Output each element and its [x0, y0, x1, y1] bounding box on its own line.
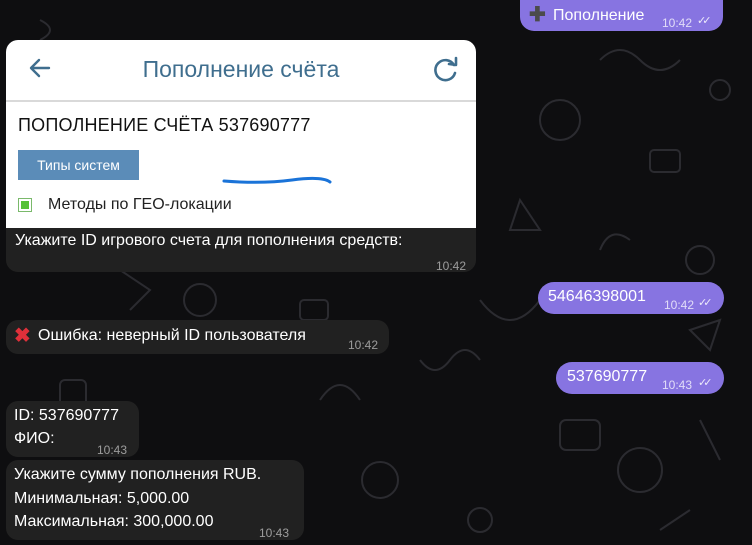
red-cross-icon: ✖ — [14, 325, 31, 347]
geo-checkbox-icon[interactable] — [18, 198, 32, 212]
incoming-message-enter-id[interactable]: Укажите ID игрового счета для пополнения… — [6, 228, 476, 273]
message-time: 10:43 — [259, 526, 290, 540]
message-time: 10:43 — [97, 443, 128, 457]
card-heading-prefix: ПОПОЛНЕНИЕ СЧЁТА — [18, 115, 214, 135]
geo-methods-label: Методы по ГЕО-локации — [48, 196, 232, 213]
incoming-message-user-info[interactable]: ID: 537690777 ФИО: 10:43 — [6, 401, 139, 457]
message-text: 537690777 — [567, 368, 648, 385]
amount-max-line: Максимальная: 300,000.00 — [14, 513, 214, 530]
amount-min-line: Минимальная: 5,000.00 — [14, 490, 190, 507]
message-text: Пополнение — [553, 7, 645, 24]
message-text: 54646398001 — [548, 288, 646, 305]
message-time: 10:42 — [348, 338, 379, 352]
handwritten-underline — [222, 176, 332, 184]
message-text: Ошибка: неверный ID пользователя — [38, 327, 306, 344]
outgoing-message-id-2[interactable]: 537690777 10:43 ✓✓ — [556, 362, 724, 394]
read-checkmarks-icon: ✓✓ — [698, 297, 713, 309]
plus-icon: ✚ — [529, 4, 546, 26]
topup-image-card[interactable]: Пополнение счёта ПОПОЛНЕНИЕ СЧЁТА 537690… — [6, 40, 476, 228]
read-checkmarks-icon: ✓✓ — [698, 377, 713, 389]
info-name-line: ФИО: — [14, 430, 55, 447]
message-time: 10:43 — [662, 378, 693, 392]
incoming-message-amount[interactable]: Укажите сумму пополнения RUB. Минимальна… — [6, 460, 304, 540]
amount-prompt-line: Укажите сумму пополнения RUB. — [14, 466, 262, 483]
message-time: 10:42 — [436, 259, 467, 273]
refresh-icon — [434, 56, 458, 82]
incoming-message-error[interactable]: ✖ Ошибка: неверный ID пользователя 10:42 — [6, 320, 389, 354]
card-heading: ПОПОЛНЕНИЕ СЧЁТА 537690777 — [18, 115, 311, 136]
read-checkmarks-icon: ✓✓ — [697, 15, 712, 27]
card-heading-id: 537690777 — [218, 115, 311, 135]
outgoing-message-topup[interactable]: ✚ Пополнение 10:42 ✓✓ — [520, 0, 723, 31]
card-title: Пополнение счёта — [142, 56, 340, 82]
card-header: Пополнение счёта — [6, 40, 476, 102]
info-id-line: ID: 537690777 — [14, 407, 119, 424]
message-time: 10:42 — [662, 16, 693, 30]
message-time: 10:42 — [664, 298, 695, 312]
system-types-button[interactable]: Типы систем — [18, 150, 139, 180]
message-text: Укажите ID игрового счета для пополнения… — [15, 232, 403, 249]
outgoing-message-id-1[interactable]: 54646398001 10:42 ✓✓ — [538, 282, 724, 314]
